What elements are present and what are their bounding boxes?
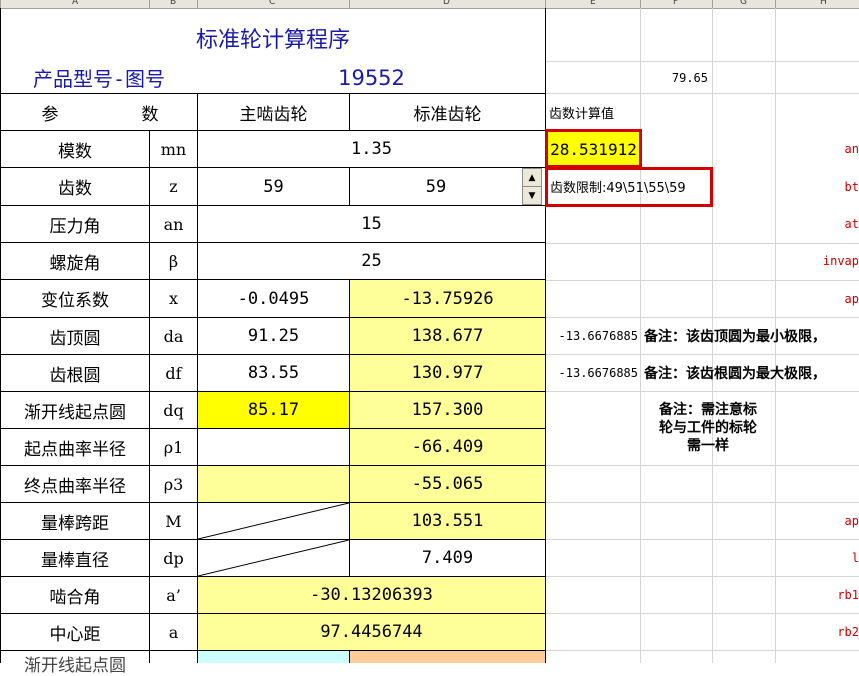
note-dq-line3: 需一样 [687, 438, 729, 454]
spinner-down-icon[interactable]: ▼ [523, 187, 541, 204]
right-label-bt[interactable]: bt [780, 168, 859, 205]
header-param: 参 [41, 104, 59, 125]
cell-df-standard[interactable]: 130.977 [350, 355, 545, 391]
cell-mn-value[interactable]: 1.35 [198, 131, 545, 167]
right-label-at[interactable]: at [780, 206, 859, 242]
row-symbol-x: x [168, 289, 179, 308]
row-symbol-dp: dp [163, 548, 184, 568]
cell-z-drive[interactable]: 59 [198, 168, 349, 205]
header-drive-gear: 主啮齿轮 [239, 104, 308, 125]
row-label-df: 齿根圆 [49, 365, 101, 386]
column-header-c[interactable]: C [269, 0, 275, 7]
sheet-title: 标准轮计算程序 [195, 28, 350, 53]
row-label-da: 齿顶圆 [49, 328, 101, 349]
right-label-ap[interactable]: ap [780, 280, 859, 317]
fill-d-partial [350, 651, 545, 663]
row-symbol-df: df [165, 363, 182, 383]
row-symbol-da: da [163, 326, 184, 346]
cell-x-standard[interactable]: -13.75926 [350, 280, 545, 317]
row-label-partial: 渐开线起点圆 [24, 656, 126, 676]
model-number[interactable]: 19552 [198, 62, 545, 93]
row-label-rho3: 终点曲率半径 [24, 476, 126, 497]
e-value-df[interactable]: -13.6676885 [546, 355, 640, 391]
right-label-rb2[interactable]: rb2 [780, 614, 859, 650]
cell-dq-drive[interactable]: 85.17 [198, 392, 349, 428]
note-df: 备注：该齿根圆为最大极限， [644, 366, 826, 382]
row-label-m: 量棒跨距 [41, 513, 109, 534]
note-da: 备注：该齿顶圆为最小极限， [644, 329, 826, 345]
header-tooth-calc: 齿数计算值 [549, 106, 615, 122]
row-label-rho1: 起点曲率半径 [24, 439, 126, 460]
column-header-h[interactable]: H [820, 0, 827, 7]
row-label-an: 压力角 [49, 216, 101, 237]
row-label-dq: 渐开线起点圆 [24, 402, 126, 423]
row-symbol-beta: β [168, 251, 179, 271]
note-dq-line2: 轮与工件的标轮 [659, 420, 757, 436]
header-count: 数 [141, 104, 159, 125]
column-header-f[interactable]: F [673, 0, 678, 7]
row-label-center-distance: 中心距 [49, 624, 101, 645]
cell-z-standard[interactable]: 59 [350, 168, 522, 205]
model-label: 产品型号-图号 [32, 67, 166, 91]
right-label-invap[interactable]: invap [780, 243, 859, 279]
spinner-up-icon[interactable]: ▲ [523, 169, 541, 187]
row-symbol-m: M [165, 511, 182, 531]
cell-df-drive[interactable]: 83.55 [198, 355, 349, 391]
right-label-l[interactable]: l [780, 540, 859, 576]
column-header-g[interactable]: G [740, 0, 747, 7]
right-label-ap2[interactable]: ap [780, 503, 859, 539]
row-symbol-mn: mn [160, 139, 187, 159]
cell-m-standard[interactable]: 103.551 [350, 503, 545, 539]
cell-mesh-angle[interactable]: -30.13206393 [198, 577, 545, 613]
cell-dp-standard[interactable]: 7.409 [350, 540, 545, 576]
fill-c-partial [198, 651, 349, 663]
cell-beta-value[interactable]: 25 [198, 243, 545, 279]
row-symbol-rho3: ρ3 [163, 474, 184, 494]
tooth-count-spinner[interactable]: ▲ ▼ [522, 168, 542, 205]
cell-rho1-standard[interactable]: -66.409 [350, 429, 545, 465]
row-symbol-an: an [163, 214, 184, 234]
right-label-an[interactable]: an [780, 131, 859, 167]
row-symbol-mesh-angle: a’ [166, 585, 181, 605]
cell-rho3-drive[interactable] [198, 466, 349, 502]
e-value-da[interactable]: -13.6676885 [546, 318, 640, 354]
f2-value[interactable]: 79.65 [641, 62, 712, 93]
tooth-calc-highlight [545, 129, 642, 168]
cell-rho3-standard[interactable]: -55.065 [350, 466, 545, 502]
column-header-d[interactable]: D [443, 0, 450, 7]
diagonal-lines [198, 503, 349, 576]
row-symbol-center-distance: a [168, 622, 179, 642]
column-header-a[interactable]: A [72, 0, 78, 7]
row-symbol-z: z [169, 177, 178, 196]
row-label-z: 齿数 [58, 179, 92, 199]
cell-rho1-drive[interactable] [198, 429, 349, 465]
row-label-x: 变位系数 [41, 291, 109, 311]
row-label-mn: 模数 [58, 141, 92, 162]
column-header-bar: A B C D E F G H [0, 0, 859, 9]
column-header-e[interactable]: E [590, 0, 596, 7]
cell-center-distance[interactable]: 97.4456744 [198, 614, 545, 650]
row-symbol-dq: dq [163, 400, 184, 420]
cell-an-value[interactable]: 15 [198, 206, 545, 242]
row-symbol-rho1: ρ1 [163, 437, 184, 457]
row-label-dp: 量棒直径 [41, 550, 109, 571]
row-label-mesh-angle: 啮合角 [49, 587, 101, 608]
cell-x-drive[interactable]: -0.0495 [198, 280, 349, 317]
cell-da-standard[interactable]: 138.677 [350, 318, 545, 354]
cell-dq-standard[interactable]: 157.300 [350, 392, 545, 428]
column-header-b[interactable]: B [170, 0, 176, 7]
row-label-beta: 螺旋角 [49, 253, 101, 274]
cell-da-drive[interactable]: 91.25 [198, 318, 349, 354]
note-dq-line1: 备注：需注意标 [659, 402, 757, 418]
tooth-limit-highlight [545, 167, 713, 207]
right-label-rb1[interactable]: rb1 [780, 577, 859, 613]
header-standard-gear: 标准齿轮 [413, 104, 482, 125]
